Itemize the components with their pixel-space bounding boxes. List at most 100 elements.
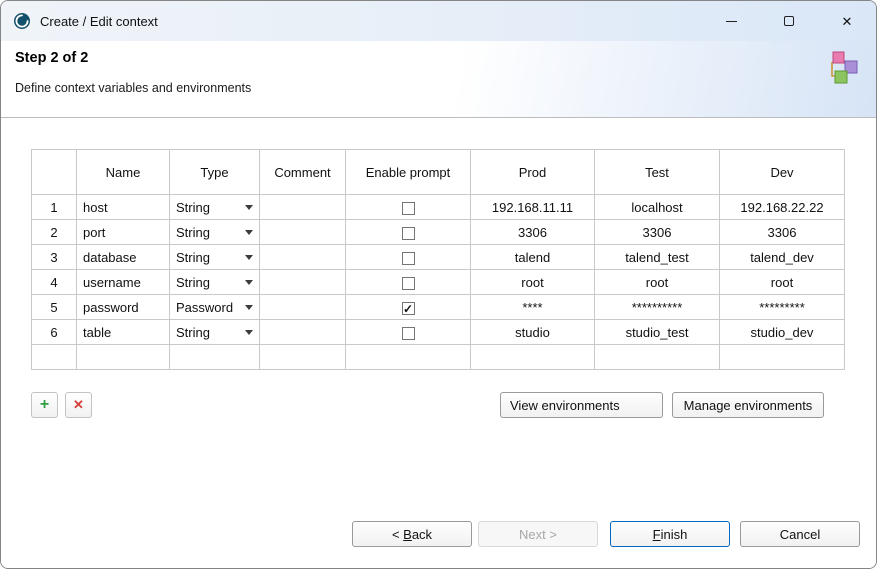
test-value-cell[interactable]: root [595,270,720,295]
empty-cell[interactable] [595,345,720,370]
variable-name-cell[interactable]: port [77,220,170,245]
empty-cell[interactable] [170,345,260,370]
dropdown-arrow-icon[interactable] [245,305,253,310]
comment-cell[interactable] [260,320,346,345]
test-value-cell[interactable]: studio_test [595,320,720,345]
empty-cell[interactable] [260,345,346,370]
enable-prompt-cell [346,220,471,245]
enable-prompt-checkbox[interactable] [402,227,415,240]
type-value: String [176,275,210,290]
column-header-test: Test [595,150,720,195]
comment-cell[interactable] [260,195,346,220]
variable-name-cell[interactable]: database [77,245,170,270]
dropdown-arrow-icon[interactable] [245,230,253,235]
comment-cell[interactable] [260,270,346,295]
dev-value-cell[interactable]: 3306 [720,220,845,245]
close-button[interactable]: ✕ [818,1,876,41]
dev-value-cell[interactable]: talend_dev [720,245,845,270]
column-header-row-number [32,150,77,195]
comment-cell[interactable] [260,295,346,320]
type-cell[interactable]: String [170,245,260,270]
finish-button[interactable]: Finish [610,521,730,547]
cancel-button[interactable]: Cancel [740,521,860,547]
prod-value-cell[interactable]: 192.168.11.11 [471,195,595,220]
prod-value-cell[interactable]: **** [471,295,595,320]
prod-value-cell[interactable]: root [471,270,595,295]
empty-cell[interactable] [77,345,170,370]
enable-prompt-checkbox[interactable] [402,277,415,290]
close-icon: ✕ [842,15,853,28]
dialog-content: NameTypeCommentEnable promptProdTestDev … [1,119,876,568]
table-row: 6tableString studiostudio_teststudio_dev [32,320,845,345]
comment-cell[interactable] [260,220,346,245]
enable-prompt-cell [346,195,471,220]
type-cell[interactable]: Password [170,295,260,320]
manage-environments-button[interactable]: Manage environments [672,392,824,418]
context-table-body: 1hostString192.168.11.11localhost192.168… [32,195,845,370]
context-group-icon [822,48,860,91]
row-number-cell: 6 [32,320,77,345]
comment-cell[interactable] [260,245,346,270]
prod-value-cell[interactable]: talend [471,245,595,270]
minimize-button[interactable] [702,1,760,41]
type-value: String [176,225,210,240]
footer-buttons: < Back Next > Finish Cancel [352,521,860,547]
empty-cell[interactable] [32,345,77,370]
maximize-icon [784,16,794,26]
table-row: 5passwordPassword*********************** [32,295,845,320]
enable-prompt-cell [346,270,471,295]
dialog-window: Create / Edit context ✕ Step 2 of 2 Defi… [0,0,877,569]
type-cell[interactable]: String [170,195,260,220]
dropdown-arrow-icon[interactable] [245,280,253,285]
environment-buttons: View environments Manage environments [500,392,824,418]
table-header-row: NameTypeCommentEnable promptProdTestDev [32,150,845,195]
type-value: String [176,250,210,265]
table-actions: + ✕ View environments Manage environment… [31,392,844,418]
empty-cell[interactable] [346,345,471,370]
dev-value-cell[interactable]: root [720,270,845,295]
minimize-icon [726,21,737,22]
step-title: Step 2 of 2 [15,50,88,66]
window-controls: ✕ [702,1,876,41]
add-variable-button[interactable]: + [31,392,58,418]
next-button[interactable]: Next > [478,521,598,547]
type-cell[interactable]: String [170,220,260,245]
variable-name-cell[interactable]: host [77,195,170,220]
table-row: 2portString330633063306 [32,220,845,245]
delete-x-icon: ✕ [73,397,84,413]
dev-value-cell[interactable]: ********* [720,295,845,320]
prod-value-cell[interactable]: 3306 [471,220,595,245]
remove-variable-button[interactable]: ✕ [65,392,92,418]
enable-prompt-checkbox[interactable] [402,327,415,340]
step-subtitle: Define context variables and environment… [15,81,251,95]
maximize-button[interactable] [760,1,818,41]
prod-value-cell[interactable]: studio [471,320,595,345]
enable-prompt-cell [346,245,471,270]
column-header-comment: Comment [260,150,346,195]
enable-prompt-checkbox[interactable] [402,252,415,265]
variable-name-cell[interactable]: table [77,320,170,345]
empty-cell[interactable] [471,345,595,370]
type-cell[interactable]: String [170,320,260,345]
test-value-cell[interactable]: talend_test [595,245,720,270]
dropdown-arrow-icon[interactable] [245,255,253,260]
view-environments-button[interactable]: View environments [500,392,663,418]
test-value-cell[interactable]: 3306 [595,220,720,245]
row-number-cell: 3 [32,245,77,270]
back-button[interactable]: < Back [352,521,472,547]
dropdown-arrow-icon[interactable] [245,205,253,210]
context-variables-table: NameTypeCommentEnable promptProdTestDev … [31,149,845,370]
variable-name-cell[interactable]: password [77,295,170,320]
empty-cell[interactable] [720,345,845,370]
column-header-enable-prompt: Enable prompt [346,150,471,195]
wizard-header: Step 2 of 2 Define context variables and… [1,41,876,118]
type-cell[interactable]: String [170,270,260,295]
dev-value-cell[interactable]: studio_dev [720,320,845,345]
dev-value-cell[interactable]: 192.168.22.22 [720,195,845,220]
variable-name-cell[interactable]: username [77,270,170,295]
dropdown-arrow-icon[interactable] [245,330,253,335]
test-value-cell[interactable]: ********** [595,295,720,320]
enable-prompt-checkbox[interactable] [402,202,415,215]
enable-prompt-checkbox[interactable] [402,302,415,315]
test-value-cell[interactable]: localhost [595,195,720,220]
